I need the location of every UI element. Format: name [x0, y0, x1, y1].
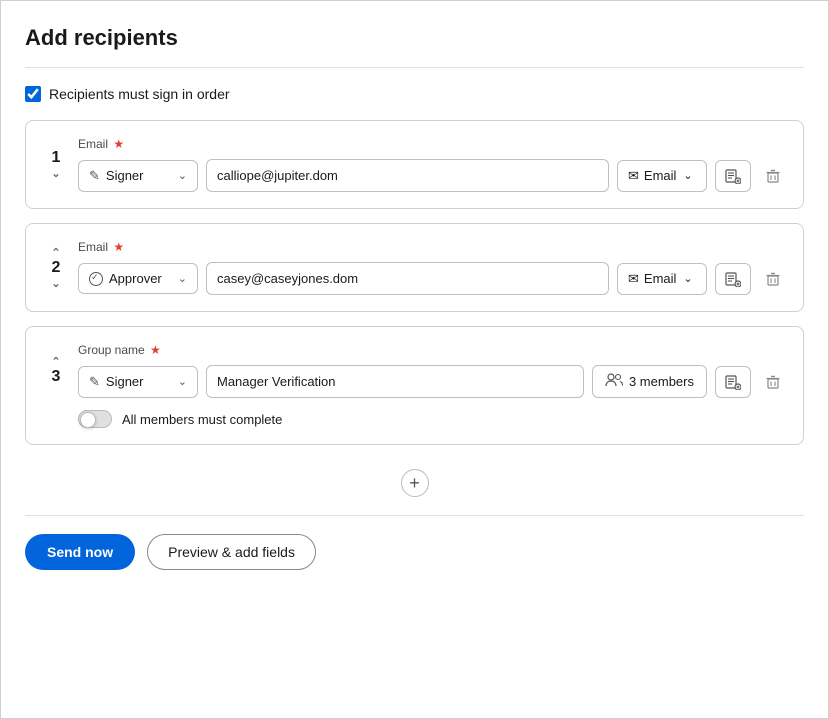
delivery-label-2: Email: [644, 271, 677, 286]
chevron-up-2[interactable]: ⌃: [51, 246, 60, 259]
assign-icon-2: [725, 271, 741, 287]
required-star-1: ★: [113, 137, 124, 151]
card-content-2: Email ★ Approver ⌄ ✉ Email ⌄: [78, 240, 787, 295]
card-row-3: ⌃ 3 Group name ★ ✎ Signer ⌄: [42, 343, 787, 398]
role-arrow-2: ⌄: [178, 272, 187, 285]
add-recipient-row: +: [25, 459, 804, 515]
recipient-card-3: ⌃ 3 Group name ★ ✎ Signer ⌄: [25, 326, 804, 445]
sign-order-label: Recipients must sign in order: [49, 86, 230, 102]
sign-order-row: Recipients must sign in order: [25, 86, 804, 102]
step-number-2: 2: [52, 259, 61, 277]
approver-icon-2: [89, 272, 103, 286]
email-label-2: Email ★: [78, 240, 787, 254]
trash-icon-2: [765, 271, 781, 287]
members-svg-3: [605, 373, 623, 387]
delivery-arrow-1: ⌄: [683, 169, 692, 182]
delivery-btn-1[interactable]: ✉ Email ⌄: [617, 160, 707, 192]
signer-icon-3: ✎: [89, 374, 100, 390]
send-now-button[interactable]: Send now: [25, 534, 135, 570]
all-members-label-3: All members must complete: [122, 412, 282, 427]
sign-order-checkbox[interactable]: [25, 86, 41, 102]
card-content-1: Email ★ ✎ Signer ⌄ ✉ Email ⌄: [78, 137, 787, 192]
email-input-1[interactable]: [206, 159, 609, 192]
bottom-bar: Send now Preview & add fields: [25, 515, 804, 570]
title-divider: [25, 67, 804, 68]
delete-btn-3[interactable]: [759, 370, 787, 394]
members-icon-3: [605, 373, 623, 390]
recipient-card-1: 1 ⌄ Email ★ ✎ Signer ⌄ ✉ Email: [25, 120, 804, 209]
delivery-arrow-2: ⌄: [683, 272, 692, 285]
email-input-2[interactable]: [206, 262, 609, 295]
assign-icon-1: [725, 168, 741, 184]
role-name-1: Signer: [106, 168, 172, 183]
members-count-3: 3 members: [629, 374, 694, 389]
delete-btn-2[interactable]: [759, 267, 787, 291]
recipient-card-2: ⌃ 2 ⌄ Email ★ Approver ⌄ ✉ E: [25, 223, 804, 312]
all-members-row-3: All members must complete: [42, 410, 787, 428]
role-dropdown-3[interactable]: ✎ Signer ⌄: [78, 366, 198, 398]
modal-container: Add recipients Recipients must sign in o…: [0, 0, 829, 719]
preview-fields-button[interactable]: Preview & add fields: [147, 534, 316, 570]
email-label-1: Email ★: [78, 137, 787, 151]
card-content-3: Group name ★ ✎ Signer ⌄: [78, 343, 787, 398]
role-name-2: Approver: [109, 271, 172, 286]
assign-btn-1[interactable]: [715, 160, 751, 192]
chevron-down-2[interactable]: ⌄: [51, 277, 60, 290]
signer-icon-1: ✎: [89, 168, 100, 184]
delete-btn-1[interactable]: [759, 164, 787, 188]
trash-icon-1: [765, 168, 781, 184]
delivery-btn-2[interactable]: ✉ Email ⌄: [617, 263, 707, 295]
chevron-down-1[interactable]: ⌄: [51, 167, 60, 180]
role-dropdown-1[interactable]: ✎ Signer ⌄: [78, 160, 198, 192]
delivery-label-1: Email: [644, 168, 677, 183]
group-label-3: Group name ★: [78, 343, 787, 357]
card-row-2: ⌃ 2 ⌄ Email ★ Approver ⌄ ✉ E: [42, 240, 787, 295]
chevron-up-3[interactable]: ⌃: [51, 355, 60, 368]
input-row-2: Approver ⌄ ✉ Email ⌄: [78, 262, 787, 295]
mail-icon-1: ✉: [628, 168, 639, 184]
role-name-3: Signer: [106, 374, 172, 389]
step-col-1: 1 ⌄: [42, 149, 70, 180]
assign-btn-3[interactable]: [715, 366, 751, 398]
card-row-1: 1 ⌄ Email ★ ✎ Signer ⌄ ✉ Email: [42, 137, 787, 192]
role-arrow-1: ⌄: [178, 169, 187, 182]
role-arrow-3: ⌄: [178, 375, 187, 388]
step-number-3: 3: [52, 368, 61, 386]
add-recipient-btn[interactable]: +: [401, 469, 429, 497]
step-number-1: 1: [52, 149, 61, 167]
required-star-2: ★: [113, 240, 124, 254]
members-btn-3[interactable]: 3 members: [592, 365, 707, 398]
page-title: Add recipients: [25, 25, 804, 51]
group-name-input-3[interactable]: [206, 365, 584, 398]
step-col-2: ⌃ 2 ⌄: [42, 246, 70, 290]
assign-icon-3: [725, 374, 741, 390]
input-row-1: ✎ Signer ⌄ ✉ Email ⌄: [78, 159, 787, 192]
assign-btn-2[interactable]: [715, 263, 751, 295]
step-col-3: ⌃ 3: [42, 355, 70, 386]
trash-icon-3: [765, 374, 781, 390]
mail-icon-2: ✉: [628, 271, 639, 287]
all-members-toggle-3[interactable]: [78, 410, 112, 428]
role-dropdown-2[interactable]: Approver ⌄: [78, 263, 198, 294]
add-icon: +: [409, 474, 420, 492]
required-star-3: ★: [150, 343, 161, 357]
input-row-3: ✎ Signer ⌄: [78, 365, 787, 398]
